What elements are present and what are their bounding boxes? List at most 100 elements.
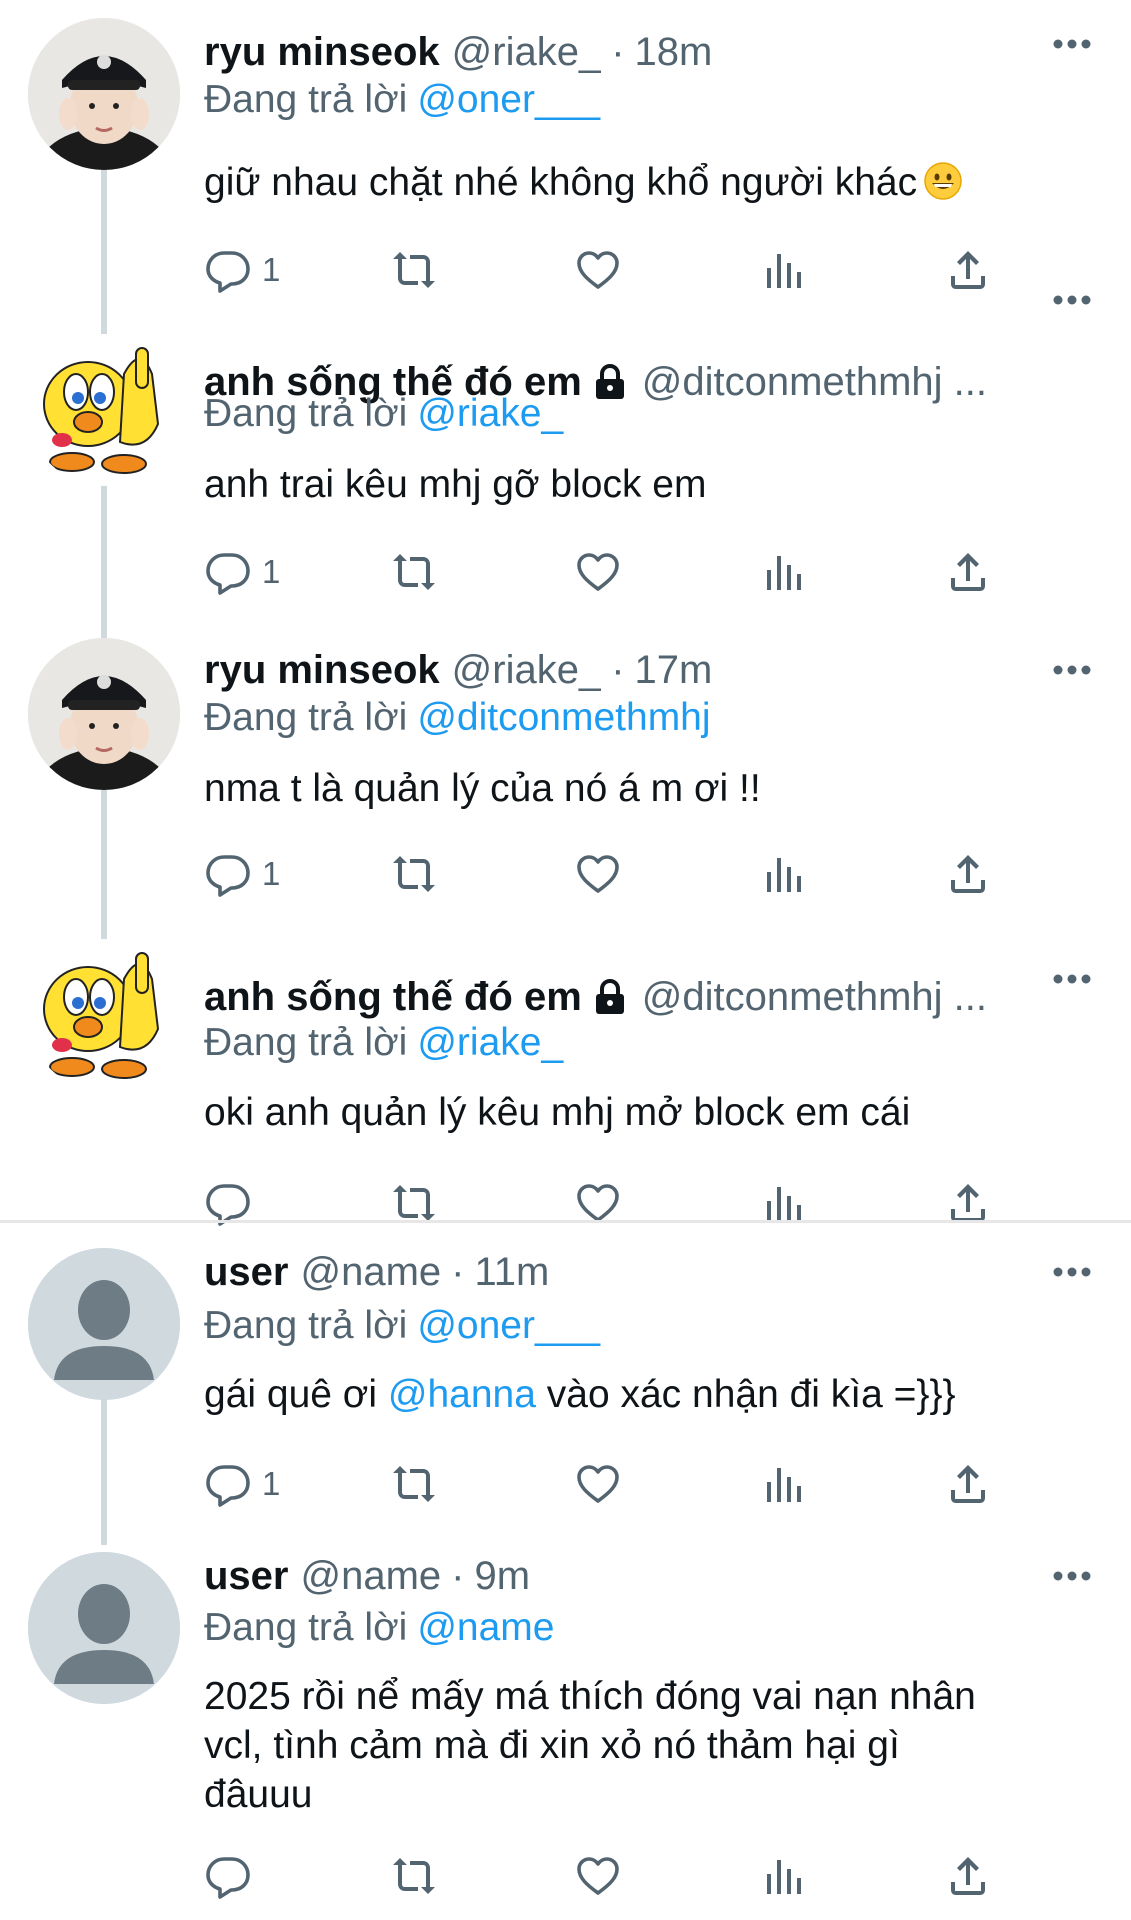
retweet-button[interactable] bbox=[390, 242, 438, 298]
tweet-text-line: đâuuu bbox=[204, 1773, 313, 1816]
tweet-text-content: nma t là quản lý của nó á m ơi !! bbox=[204, 767, 761, 810]
tweet[interactable]: ryu minseok @riake_ · 17m Đang trả lời @d… bbox=[0, 620, 1131, 920]
tweet[interactable]: ryu minseok @riake_ · 18m Đang trả lời @o… bbox=[0, 0, 1131, 300]
replying-to-mention[interactable]: @riake_ bbox=[417, 1021, 563, 1064]
views-button[interactable] bbox=[760, 242, 808, 298]
display-name[interactable]: anh sống thế đó em bbox=[204, 975, 582, 1020]
share-button[interactable] bbox=[944, 242, 992, 298]
views-button[interactable] bbox=[760, 846, 808, 902]
more-icon[interactable] bbox=[1053, 1570, 1091, 1582]
tweet-mention[interactable]: @hanna bbox=[388, 1373, 536, 1416]
user-handle[interactable]: @ditconmethmhj ... bbox=[642, 360, 987, 405]
replying-to-mention[interactable]: @riake_ bbox=[417, 392, 563, 435]
share-icon bbox=[951, 1857, 985, 1895]
tweet[interactable]: anh sống thế đó em @ditconmethmhj ... Đa… bbox=[0, 935, 1131, 1226]
views-button[interactable] bbox=[760, 1456, 808, 1512]
user-handle[interactable]: @ditconmethmhj ... bbox=[642, 975, 987, 1020]
display-name[interactable]: ryu minseok bbox=[204, 30, 440, 75]
avatar-yellow-bird bbox=[28, 334, 180, 486]
share-icon bbox=[951, 553, 985, 591]
reply-button[interactable]: 1 bbox=[204, 846, 280, 902]
tweet[interactable]: user @name · 9m Đang trả lời @name 2025 r… bbox=[0, 1530, 1131, 1920]
retweet-button[interactable] bbox=[390, 1848, 438, 1904]
timestamp[interactable]: 18m bbox=[635, 30, 713, 75]
replying-to-label: Đang trả lời bbox=[204, 1606, 408, 1649]
like-button[interactable] bbox=[574, 1456, 622, 1512]
tweet-text: nma t là quản lý của nó á m ơi !! bbox=[204, 764, 1061, 813]
avatar[interactable] bbox=[28, 638, 180, 790]
reply-count: 1 bbox=[262, 1465, 281, 1502]
default-avatar-icon bbox=[28, 1552, 180, 1704]
reply-count: 1 bbox=[262, 855, 281, 892]
display-name[interactable]: user bbox=[204, 1554, 289, 1599]
replying-to-label: Đang trả lời bbox=[204, 696, 408, 739]
more-icon[interactable] bbox=[1053, 38, 1091, 50]
tweet-actions: 1 bbox=[204, 242, 1004, 298]
avatar-yellow-bird bbox=[28, 939, 180, 1091]
avatar[interactable] bbox=[28, 18, 180, 170]
replying-to-label: Đang trả lời bbox=[204, 78, 408, 121]
user-handle[interactable]: @riake_ bbox=[452, 648, 602, 693]
retweet-button[interactable] bbox=[390, 846, 438, 902]
timestamp[interactable]: 9m bbox=[475, 1554, 531, 1599]
more-icon[interactable] bbox=[1053, 1266, 1091, 1278]
like-button[interactable] bbox=[574, 846, 622, 902]
share-button[interactable] bbox=[944, 846, 992, 902]
share-button[interactable] bbox=[944, 1456, 992, 1512]
lock-icon bbox=[590, 362, 630, 402]
tweet[interactable]: anh sống thế đó em @ditconmethmhj ... Đa… bbox=[0, 295, 1131, 620]
tweet-header: user @name · 9m bbox=[204, 1550, 1091, 1602]
replying-to-label: Đang trả lời bbox=[204, 1021, 408, 1064]
user-handle[interactable]: @riake_ bbox=[452, 30, 602, 75]
avatar[interactable] bbox=[28, 1552, 180, 1704]
share-icon bbox=[951, 251, 985, 289]
tweet-text-line: 2025 rồi nể mấy má thích đóng vai nạn nh… bbox=[204, 1675, 976, 1718]
user-handle[interactable]: @name bbox=[301, 1554, 442, 1599]
tweet-text-content: anh trai kêu mhj gỡ block em bbox=[204, 463, 707, 506]
replying-to-mention[interactable]: @oner___ bbox=[417, 78, 600, 121]
retweet-button[interactable] bbox=[390, 1456, 438, 1512]
display-name[interactable]: user bbox=[204, 1250, 289, 1295]
reply-button[interactable] bbox=[204, 1848, 252, 1904]
avatar[interactable] bbox=[28, 939, 180, 1091]
replying-to-mention[interactable]: @oner___ bbox=[417, 1304, 600, 1347]
tweet-actions bbox=[204, 1848, 1004, 1904]
avatar[interactable] bbox=[28, 1248, 180, 1400]
timestamp[interactable]: 17m bbox=[635, 648, 713, 693]
avatar[interactable] bbox=[28, 334, 180, 486]
display-name[interactable]: ryu minseok bbox=[204, 648, 440, 693]
tweet[interactable]: user @name · 11m Đang trả lời @oner___ gá… bbox=[0, 1226, 1131, 1526]
tweet-actions: 1 bbox=[204, 846, 1004, 902]
tweet-text: gái quê ơi @hanna vào xác nhận đi kìa =}… bbox=[204, 1370, 1061, 1419]
share-button[interactable] bbox=[944, 544, 992, 600]
like-button[interactable] bbox=[574, 242, 622, 298]
timestamp[interactable]: 11m bbox=[475, 1250, 550, 1295]
retweet-icon bbox=[393, 554, 435, 590]
more-icon[interactable] bbox=[1053, 973, 1091, 985]
reply-icon bbox=[206, 855, 250, 897]
views-button[interactable] bbox=[760, 544, 808, 600]
replying-to-mention[interactable]: @ditconmethmhj bbox=[417, 696, 710, 739]
share-button[interactable] bbox=[944, 1848, 992, 1904]
tweet-header: anh sống thế đó em @ditconmethmhj ... bbox=[204, 971, 1091, 1023]
replying-to-label: Đang trả lời bbox=[204, 392, 408, 435]
more-icon[interactable] bbox=[1053, 294, 1091, 306]
reply-button[interactable]: 1 bbox=[204, 1456, 280, 1512]
replying-to-mention[interactable]: @name bbox=[417, 1606, 554, 1649]
separator-dot: · bbox=[611, 29, 625, 74]
replying-to: Đang trả lời @name bbox=[204, 1606, 554, 1650]
tweet-text-content: vào xác nhận đi kìa =}}} bbox=[546, 1373, 956, 1416]
reply-button[interactable]: 1 bbox=[204, 544, 280, 600]
reply-icon bbox=[206, 251, 250, 293]
reply-button[interactable]: 1 bbox=[204, 242, 280, 298]
tweet-text: anh trai kêu mhj gỡ block em bbox=[204, 460, 1061, 509]
retweet-button[interactable] bbox=[390, 544, 438, 600]
views-button[interactable] bbox=[760, 1848, 808, 1904]
like-button[interactable] bbox=[574, 1848, 622, 1904]
user-handle[interactable]: @name bbox=[301, 1250, 442, 1295]
reply-icon bbox=[206, 553, 250, 595]
tweet-actions: 1 bbox=[204, 544, 1004, 600]
replying-to: Đang trả lời @riake_ bbox=[204, 392, 563, 436]
more-icon[interactable] bbox=[1053, 664, 1091, 676]
like-button[interactable] bbox=[574, 544, 622, 600]
